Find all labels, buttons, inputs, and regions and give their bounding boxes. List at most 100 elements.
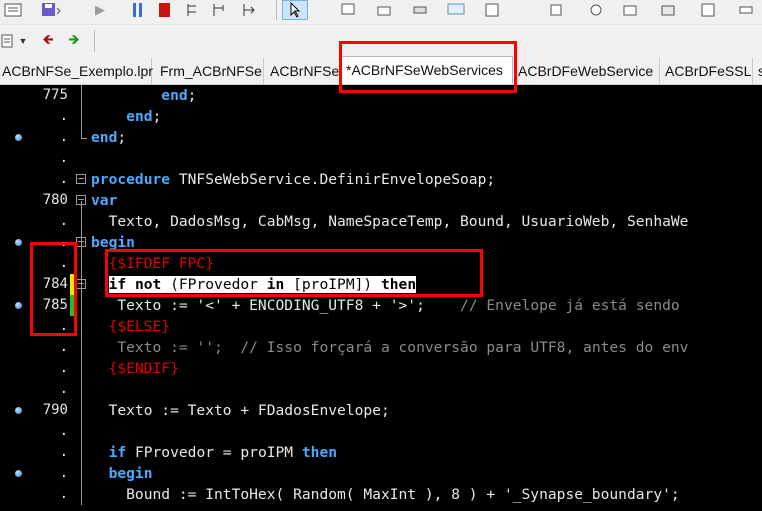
code-line[interactable]: begin: [91, 232, 135, 253]
back-arrow-icon[interactable]: 🡸: [40, 31, 56, 49]
code-line[interactable]: begin: [91, 463, 153, 484]
code-token: // Envelope já está sendo: [460, 297, 680, 314]
code-token: Texto, DadosMsg, CabMsg, NameSpaceTemp, …: [91, 213, 689, 230]
code-line[interactable]: Texto, DadosMsg, CabMsg, NameSpaceTemp, …: [91, 211, 689, 232]
code-line[interactable]: {$IFDEF FPC}: [91, 253, 214, 274]
breakpoint-dot-icon[interactable]: [15, 302, 22, 309]
line-number: 784: [42, 276, 68, 292]
code-token: Texto := '<' + ENCODING_UTF8 + '>';: [91, 297, 461, 314]
code-token: [126, 276, 135, 293]
line-number: .: [59, 129, 68, 145]
code-token: TNFSeWebService.DefinirEnvelopeSoap;: [170, 171, 496, 188]
step-over-icon[interactable]: [210, 2, 230, 18]
code-token: procedure: [91, 171, 171, 188]
radio-component-icon[interactable]: [588, 2, 604, 18]
code-line[interactable]: procedure TNFSeWebService.DefinirEnvelop…: [91, 169, 495, 190]
code-token: ;: [187, 87, 197, 104]
fold-guide: [81, 137, 87, 139]
run-icon[interactable]: ▶: [92, 2, 108, 18]
step-into-icon[interactable]: [184, 2, 204, 18]
component-icon[interactable]: [738, 2, 754, 18]
code-line[interactable]: Texto := ''; // Isso forçará a conversão…: [91, 337, 688, 358]
code-token: if: [108, 444, 127, 461]
fold-icon[interactable]: [76, 174, 86, 184]
line-number: .: [59, 381, 68, 397]
code-token: end: [161, 87, 188, 104]
component-icon[interactable]: [484, 2, 500, 18]
code-token: ;: [117, 129, 127, 146]
line-number: .: [59, 318, 68, 334]
tab-acbrnfse[interactable]: ACBrNFSe: [266, 58, 340, 84]
code-token: end: [91, 129, 118, 146]
code-line[interactable]: if FProvedor = proIPM then: [91, 442, 337, 463]
component-icon[interactable]: [548, 2, 564, 18]
code-line[interactable]: end;: [91, 127, 126, 148]
breakpoint-dot-icon[interactable]: [15, 239, 22, 246]
breakpoint-dot-icon[interactable]: [15, 407, 22, 414]
tab-acbrnfse-exemplo[interactable]: ACBrNFSe_Exemplo.lpr: [0, 58, 153, 84]
cursor-icon[interactable]: [282, 0, 308, 20]
change-marker: [70, 274, 75, 295]
component-icon[interactable]: [622, 2, 638, 18]
component-icon[interactable]: [412, 2, 428, 18]
save-icon[interactable]: [40, 2, 64, 18]
tab-overflow[interactable]: s: [754, 58, 762, 84]
tab-acbrdfessl[interactable]: ACBrDFeSSL: [661, 58, 753, 84]
code-line[interactable]: var: [91, 190, 117, 211]
toolbar-separator: [94, 30, 95, 52]
code-token: if: [108, 276, 127, 293]
forward-arrow-icon[interactable]: 🡺: [66, 31, 82, 49]
breakpoint-dot-icon[interactable]: [15, 134, 22, 141]
line-number: 775: [42, 87, 68, 103]
code-line[interactable]: {$ELSE}: [91, 316, 171, 337]
component-icon[interactable]: [446, 2, 466, 18]
code-line[interactable]: end;: [91, 106, 161, 127]
code-area[interactable]: end; end; end; procedure TNFSeWebService.D…: [91, 85, 762, 511]
code-line[interactable]: {$ENDIF}: [91, 358, 179, 379]
component-icon[interactable]: [660, 2, 676, 18]
tab-acbrdfewebservice[interactable]: ACBrDFeWebService: [514, 58, 660, 84]
tab-frm-acbrnfse[interactable]: Frm_ACBrNFSe: [156, 58, 264, 84]
code-token: not: [134, 276, 162, 293]
list-icon[interactable]: [2, 2, 24, 18]
line-number: .: [59, 255, 68, 271]
pause-icon[interactable]: [130, 2, 146, 18]
code-token: var: [91, 192, 118, 209]
change-marker: [70, 295, 75, 316]
line-number: .: [59, 150, 68, 166]
code-line[interactable]: Texto := Texto + FDadosEnvelope;: [91, 400, 390, 421]
fold-guide: [81, 242, 82, 505]
line-number: .: [59, 108, 68, 124]
code-token: {$ELSE}: [91, 318, 171, 335]
stop-icon[interactable]: [157, 2, 173, 18]
line-number: .: [59, 171, 68, 187]
list-menu-icon[interactable]: [0, 33, 14, 49]
code-token: begin: [108, 465, 153, 482]
code-line[interactable]: end;: [91, 85, 196, 106]
breakpoint-dot-icon[interactable]: [15, 470, 22, 477]
step-out-icon[interactable]: [240, 2, 260, 18]
component-icon[interactable]: [340, 2, 356, 18]
line-number: .: [59, 423, 68, 439]
code-line[interactable]: Bound := IntToHex( Random( MaxInt ), 8 )…: [91, 484, 680, 505]
code-line[interactable]: Texto := '<' + ENCODING_UTF8 + '>'; // E…: [91, 295, 680, 316]
line-number: 790: [42, 402, 68, 418]
fold-guide: [81, 200, 82, 243]
tab-acbrnfsewebservices[interactable]: *ACBrNFSeWebServices: [341, 56, 513, 84]
fold-guide: [81, 85, 82, 138]
toolbar-separator: [276, 0, 277, 20]
component-icon[interactable]: [700, 2, 716, 18]
chevron-down-icon[interactable]: ▼: [18, 33, 28, 49]
component-icon[interactable]: [376, 2, 392, 18]
code-token: Bound := IntToHex( Random( MaxInt ), 8 )…: [91, 486, 680, 503]
editor-gutter: 775.... 780... 784 785.... 790....: [0, 85, 87, 511]
code-editor[interactable]: 775.... 780... 784 785.... 790.... end; end;…: [0, 85, 762, 511]
code-line[interactable]: if not (FProvedor in [proIPM]) then: [91, 274, 417, 295]
code-token: Texto := Texto + FDadosEnvelope;: [91, 402, 390, 419]
main-toolbar: ▶: [0, 0, 762, 24]
